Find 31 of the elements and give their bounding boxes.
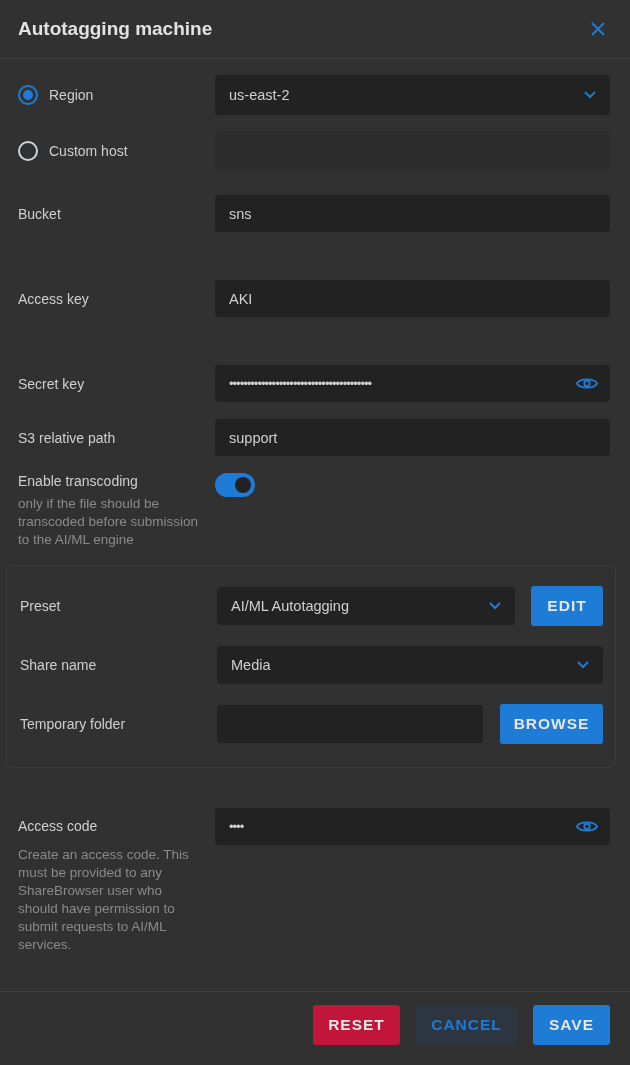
close-icon[interactable] bbox=[591, 22, 605, 36]
chevron-down-icon bbox=[584, 91, 596, 99]
radio-button[interactable] bbox=[18, 85, 38, 105]
field-label: Share name bbox=[20, 657, 97, 673]
toggle-switch[interactable] bbox=[215, 473, 255, 497]
share-select[interactable]: Media bbox=[217, 646, 603, 684]
field-label: Secret key bbox=[18, 375, 85, 392]
field-label: Region bbox=[49, 87, 94, 103]
access-key-field[interactable]: AKI bbox=[215, 280, 610, 317]
region-select[interactable]: us-east-2 bbox=[215, 75, 610, 115]
access-code-field[interactable]: •••• bbox=[215, 808, 610, 845]
hint-text: only if the file should be transcoded before submission to the AI/ML engine bbox=[18, 495, 200, 549]
field-label: Access key bbox=[18, 290, 89, 307]
preset-select[interactable]: AI/ML Autotagging bbox=[217, 587, 515, 625]
field-label: Enable transcoding bbox=[18, 473, 138, 489]
field-label: S3 relative path bbox=[18, 429, 116, 446]
field-label: Preset bbox=[20, 598, 61, 614]
footer-button[interactable]: RESET bbox=[313, 1004, 400, 1045]
chevron-down-icon bbox=[577, 661, 589, 669]
path-field[interactable]: support bbox=[215, 419, 610, 456]
field-label: Temporary folder bbox=[20, 716, 126, 732]
chevron-down-icon bbox=[489, 602, 501, 610]
secret-key-field[interactable]: •••••••••••••••••••••••••••••••••••••••• bbox=[215, 365, 610, 402]
field-label: Custom host bbox=[49, 143, 128, 159]
eye-icon[interactable] bbox=[576, 376, 598, 391]
field-label: Bucket bbox=[18, 205, 61, 222]
hint-text: Create an access code. This must be provided to any ShareBrowser user who should have permission to submit requests to AI/ML services. bbox=[18, 846, 190, 954]
bucket-field[interactable]: sns bbox=[215, 195, 610, 232]
field-label: Access code bbox=[18, 818, 98, 834]
eye-icon[interactable] bbox=[576, 819, 598, 834]
dialog-title: Autotagging machine bbox=[18, 18, 213, 40]
